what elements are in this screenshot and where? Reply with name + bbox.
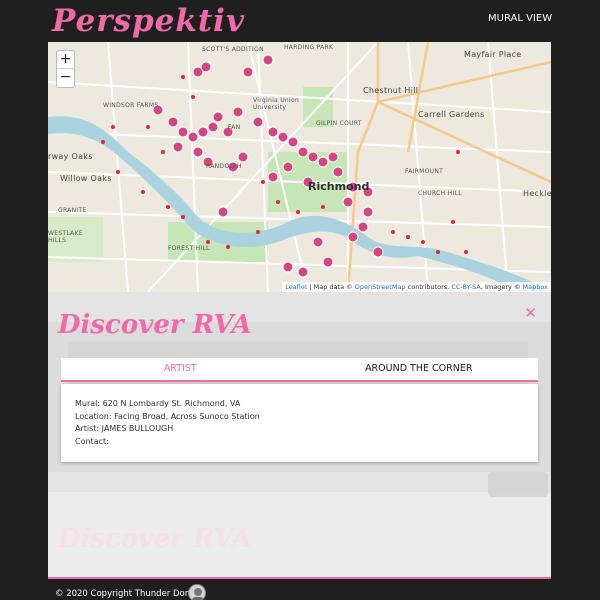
license-link[interactable]: CC-BY-SA — [451, 283, 481, 291]
map-label-scotts-addition: SCOTT'S ADDITION — [202, 46, 264, 53]
map-label-westlake-hills: WESTLAKE HILLS — [48, 230, 83, 244]
footer-copyright: © 2020 Copyright Thunder Domes — [55, 589, 203, 599]
mural-map[interactable]: HARDING PARK SCOTT'S ADDITION Chestnut H… — [48, 42, 551, 292]
tab-artist[interactable]: ARTIST — [61, 358, 300, 380]
panel-watermark: Discover RVA — [58, 524, 252, 554]
leaflet-link[interactable]: Leaflet — [285, 283, 307, 291]
osm-link[interactable]: OpenStreetMap — [355, 283, 406, 291]
map-label-parkway-oaks: rway Oaks — [48, 152, 93, 161]
map-label-mayfair-place: Mayfair Place — [464, 50, 522, 59]
map-label-granite: GRANITE — [58, 207, 87, 214]
map-label-gilpin-court: GILPIN COURT — [316, 120, 362, 127]
tab-around-the-corner[interactable]: AROUND THE CORNER — [300, 358, 539, 380]
map-label-chestnut-hill: Chestnut Hill — [363, 86, 419, 95]
map-attribution: Leaflet | Map data © OpenStreetMap contr… — [282, 282, 551, 292]
mural-contact: Contact: — [75, 436, 109, 446]
map-label-windsor-farms: WINDSOR FARMS — [103, 102, 159, 109]
map-data-text: | Map data © — [309, 283, 353, 291]
mural-info-card: Mural: 620 N Lombardy St. Richmond, VA L… — [61, 384, 538, 462]
nav-mural-view[interactable]: MURAL VIEW — [488, 13, 552, 24]
map-label-fan: FAN — [228, 124, 241, 131]
discover-panel: Discover RVA ✕ ARTIST AROUND THE CORNER … — [48, 292, 551, 578]
map-label-randolph: RANDOLPH — [206, 163, 242, 170]
mural-artist: Artist: JAMES BULLOUGH — [75, 424, 174, 433]
footer-divider — [48, 577, 551, 579]
panel-title: Discover RVA — [58, 310, 252, 340]
map-label-heckler: Heckler — [523, 189, 551, 198]
contributors-text: contributors, — [407, 283, 450, 291]
imagery-text: , Imagery © — [480, 283, 521, 291]
map-label-fairmount: FAIRMOUNT — [405, 168, 444, 175]
site-logo[interactable]: Perspektiv — [52, 0, 245, 42]
mapbox-link[interactable]: Mapbox — [523, 283, 548, 291]
avatar — [188, 584, 206, 600]
map-label-richmond: Richmond — [308, 180, 370, 193]
zoom-in-button[interactable]: + — [57, 51, 74, 69]
mural-location: Location: Facing Broad, Across Sunoco St… — [75, 411, 260, 421]
zoom-out-button[interactable]: − — [57, 69, 74, 87]
map-label-willow-oaks: Willow Oaks — [60, 174, 112, 183]
mural-address: Mural: 620 N Lombardy St. Richmond, VA — [75, 399, 241, 408]
zoom-control: + − — [56, 50, 75, 88]
map-label-virginia-union: Virginia Union University — [253, 97, 300, 111]
map-label-harding-park: HARDING PARK — [284, 44, 334, 51]
panel-tabs: ARTIST AROUND THE CORNER — [61, 358, 538, 382]
map-label-carrell-gardens: Carrell Gardens — [418, 110, 485, 119]
close-icon[interactable]: ✕ — [524, 304, 537, 322]
map-label-church-hill: CHURCH HILL — [418, 190, 462, 197]
map-tiles — [48, 42, 551, 292]
map-label-forest-hill: FOREST HILL — [168, 245, 210, 252]
